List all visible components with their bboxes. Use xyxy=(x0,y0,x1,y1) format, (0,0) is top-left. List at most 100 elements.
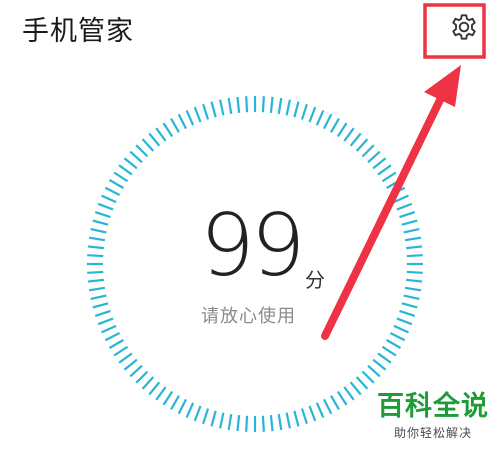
gauge-tick xyxy=(396,317,413,326)
gauge-tick xyxy=(245,96,249,113)
gauge-tick xyxy=(308,106,317,123)
gauge-tick xyxy=(101,194,117,204)
gauge-tick xyxy=(92,219,109,226)
gauge-tick xyxy=(367,364,381,378)
gauge-tick xyxy=(185,110,195,126)
gauge-tick xyxy=(170,117,180,133)
gauge-tick xyxy=(315,110,325,126)
gauge-tick xyxy=(104,332,121,342)
gauge-tick xyxy=(90,294,107,301)
gauge-tick xyxy=(236,96,241,113)
status-text: 请放心使用 xyxy=(201,306,296,327)
security-score: 99 xyxy=(200,196,305,296)
gauge-tick xyxy=(87,245,104,250)
gauge-tick xyxy=(406,270,423,274)
gauge-tick xyxy=(401,219,418,226)
gauge-tick xyxy=(377,164,392,176)
phone-manager-screen: 手机管家 99 分 请放心使用 百科全说 助你轻松解决 xyxy=(0,0,500,454)
watermark-logo: 百科全说 助你轻松解决 xyxy=(374,392,492,441)
gauge-tick xyxy=(401,302,418,309)
gauge-tick xyxy=(389,186,406,196)
gauge-tick xyxy=(406,245,423,250)
gauge-tick xyxy=(372,358,387,371)
gauge-tick xyxy=(361,144,375,158)
gauge-tick xyxy=(377,352,392,364)
gauge-tick xyxy=(285,412,292,429)
gauge-tick xyxy=(97,202,114,211)
gauge-tick xyxy=(113,345,129,357)
gauge-tick xyxy=(108,179,124,189)
gauge-tick xyxy=(367,150,381,164)
gauge-tick xyxy=(386,339,402,349)
gauge-tick xyxy=(148,381,161,396)
gauge-tick xyxy=(97,317,114,326)
gauge-tick xyxy=(135,370,149,384)
gauge-tick xyxy=(343,386,355,401)
gauge-tick xyxy=(129,150,143,164)
gauge-tick xyxy=(300,408,308,425)
gauge-tick xyxy=(135,144,149,158)
gauge-tick xyxy=(349,381,362,396)
gauge-tick xyxy=(141,138,155,152)
gauge-tick xyxy=(177,113,187,130)
gauge-tick xyxy=(404,286,422,292)
score-unit: 分 xyxy=(305,268,325,292)
gauge-tick xyxy=(218,412,225,429)
gauge-tick xyxy=(193,405,202,422)
gauge-tick xyxy=(381,345,397,357)
gauge-tick xyxy=(202,408,210,425)
gauge-tick xyxy=(269,96,274,113)
gauge-tick xyxy=(406,278,423,283)
gauge-tick xyxy=(236,415,241,432)
gauge-tick xyxy=(210,410,217,427)
gauge-tick xyxy=(177,398,187,415)
gauge-tick xyxy=(330,395,340,411)
gauge-tick xyxy=(123,157,138,170)
gauge-tick xyxy=(193,106,202,123)
gauge-tick xyxy=(355,138,369,152)
watermark-subtitle: 助你轻松解决 xyxy=(393,425,472,440)
gauge-tick xyxy=(330,117,340,133)
gauge-tick xyxy=(389,332,406,342)
gauge-tick xyxy=(399,211,416,219)
gauge-tick xyxy=(399,309,416,317)
gauge-tick xyxy=(210,101,217,118)
gauge-tick xyxy=(323,113,333,130)
gauge-tick xyxy=(261,415,265,432)
gauge-tick xyxy=(396,202,413,211)
gauge-tick xyxy=(87,254,104,258)
gauge-tick xyxy=(155,127,167,142)
gauge-tick xyxy=(104,186,121,196)
gauge-tick xyxy=(372,157,387,170)
gauge-tick xyxy=(393,324,409,334)
gauge-tick xyxy=(94,309,111,317)
watermark-title: 百科全说 xyxy=(377,391,489,422)
gauge-tick xyxy=(361,370,375,384)
gauge-tick xyxy=(261,96,265,113)
gauge-tick xyxy=(300,103,308,120)
gauge-tick xyxy=(170,395,180,411)
gauge-tick xyxy=(404,236,422,242)
gauge-tick xyxy=(123,358,138,371)
gauge-tick xyxy=(227,97,233,115)
gauge-tick xyxy=(293,101,300,118)
gauge-tick xyxy=(92,302,109,309)
gauge-tick xyxy=(349,132,362,147)
gauge-tick xyxy=(393,194,409,204)
gauge-tick xyxy=(293,410,300,427)
gauge-tick xyxy=(336,390,348,406)
gauge-tick xyxy=(162,122,174,138)
gauge-tick xyxy=(308,405,317,422)
gauge-tick xyxy=(162,390,174,406)
gauge-tick xyxy=(277,97,283,115)
gauge-tick xyxy=(88,236,106,242)
gauge-tick xyxy=(285,99,292,116)
gauge-tick xyxy=(118,352,133,364)
gauge-tick xyxy=(227,413,233,431)
gauge-tick xyxy=(269,415,274,432)
gauge-tick xyxy=(218,99,225,116)
gauge-tick xyxy=(277,413,283,431)
gauge-tick xyxy=(245,415,249,432)
gauge-tick xyxy=(118,164,133,176)
gauge-tick xyxy=(90,227,107,234)
